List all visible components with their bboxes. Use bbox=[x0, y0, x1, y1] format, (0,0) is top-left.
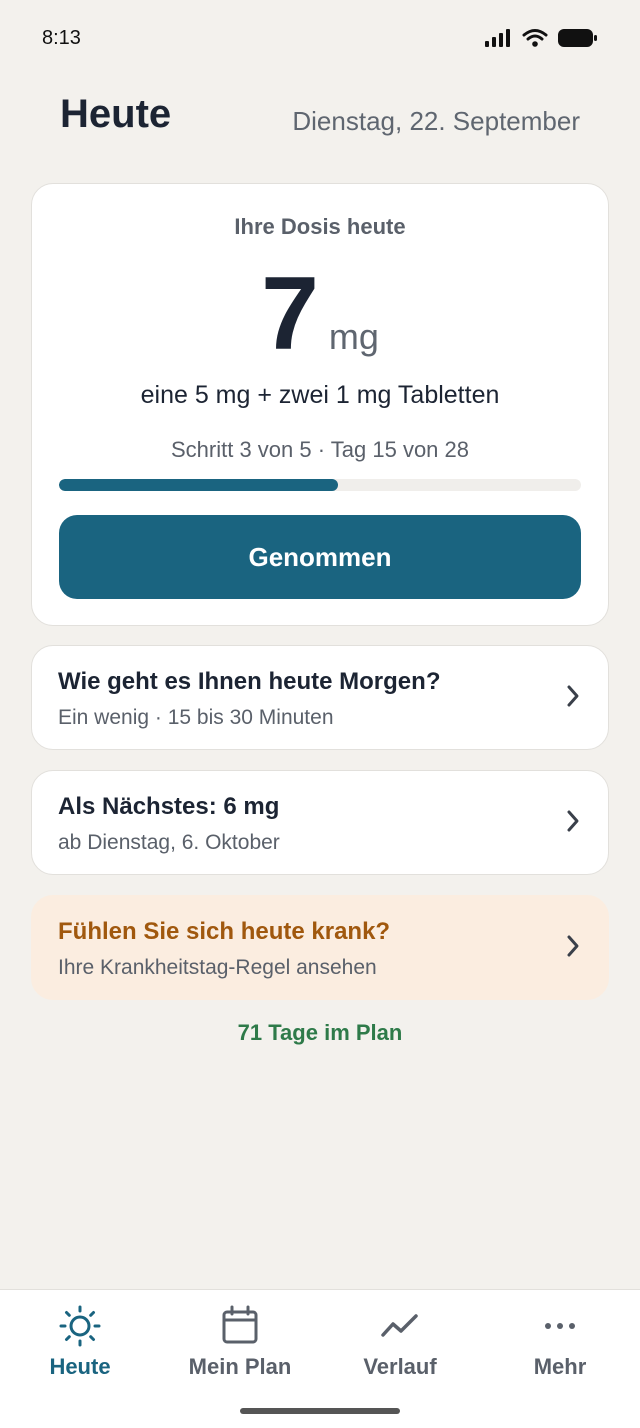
status-icons bbox=[484, 28, 598, 48]
days-in-plan: 71 Tage im Plan bbox=[237, 1020, 403, 1045]
chevron-right-icon bbox=[567, 810, 579, 832]
tab-label-mein-plan: Mein Plan bbox=[188, 1354, 292, 1379]
dose-value-row: 7 mg bbox=[32, 254, 608, 374]
next-dose-card[interactable]: Als Nächstes: 6 mg ab Dienstag, 6. Oktob… bbox=[31, 770, 609, 875]
taken-button[interactable]: Genommen bbox=[59, 515, 581, 599]
page-title: Heute bbox=[60, 92, 172, 136]
tab-mehr[interactable]: Mehr bbox=[480, 1290, 640, 1400]
dose-description: eine 5 mg + zwei 1 mg Tabletten bbox=[140, 381, 500, 409]
home-indicator[interactable] bbox=[240, 1408, 400, 1414]
dose-step-text: Schritt 3 von 5 · Tag 15 von 28 bbox=[171, 437, 469, 462]
sick-day-card[interactable]: Fühlen Sie sich heute krank? Ihre Krankh… bbox=[31, 895, 609, 1000]
more-icon bbox=[545, 1323, 575, 1329]
status-bar: 8:13 bbox=[0, 0, 640, 80]
progress-bar bbox=[59, 479, 581, 491]
trend-icon bbox=[381, 1314, 418, 1337]
chevron-right-icon bbox=[567, 935, 579, 957]
progress-fill bbox=[59, 479, 339, 491]
tab-label-verlauf: Verlauf bbox=[363, 1354, 437, 1379]
next-dose-title: Als Nächstes: 6 mg bbox=[58, 793, 280, 820]
dose-heading: Ihre Dosis heute bbox=[234, 214, 406, 239]
morning-card-subtitle: Ein wenig · 15 bis 30 Minuten bbox=[58, 706, 334, 729]
dose-card: Ihre Dosis heute 7 mg eine 5 mg + zwei 1 … bbox=[31, 183, 609, 626]
tab-heute[interactable]: Heute bbox=[0, 1290, 160, 1400]
morning-checkin-card[interactable]: Wie geht es Ihnen heute Morgen? Ein weni… bbox=[31, 645, 609, 750]
wifi-icon bbox=[522, 29, 548, 47]
dose-value: 7 bbox=[261, 256, 319, 372]
sick-day-title: Fühlen Sie sich heute krank? bbox=[58, 918, 391, 945]
tab-label-heute: Heute bbox=[49, 1354, 111, 1379]
tab-mein-plan[interactable]: Mein Plan bbox=[160, 1290, 320, 1400]
page-header: Heute Dienstag, 22. September bbox=[60, 92, 580, 142]
battery-icon bbox=[558, 29, 597, 47]
dose-unit: mg bbox=[328, 316, 379, 357]
next-dose-subtitle: ab Dienstag, 6. Oktober bbox=[58, 831, 280, 854]
current-date: Dienstag, 22. September bbox=[292, 106, 580, 136]
signal-icon bbox=[485, 29, 510, 47]
chevron-right-icon bbox=[567, 685, 579, 707]
sick-day-subtitle: Ihre Krankheitstag-Regel ansehen bbox=[58, 956, 377, 979]
sun-icon bbox=[59, 1305, 101, 1347]
tab-bar: Heute Mein Plan Verlauf Mehr bbox=[0, 1289, 640, 1428]
tab-label-mehr: Mehr bbox=[533, 1354, 587, 1379]
calendar-icon bbox=[222, 1305, 258, 1344]
morning-card-title: Wie geht es Ihnen heute Morgen? bbox=[58, 668, 441, 695]
tab-verlauf[interactable]: Verlauf bbox=[320, 1290, 480, 1400]
status-time: 8:13 bbox=[42, 27, 81, 49]
